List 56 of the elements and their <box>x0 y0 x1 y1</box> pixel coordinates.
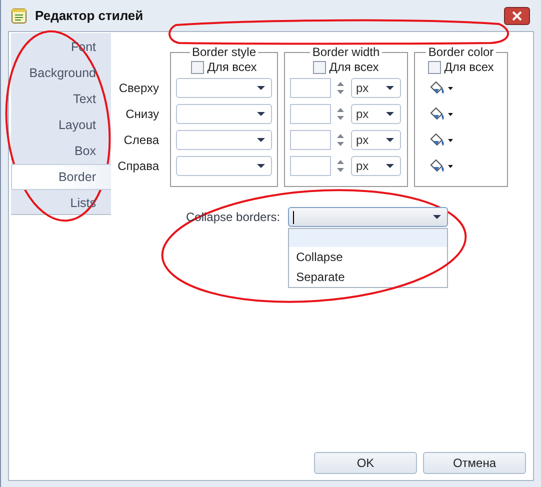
caret-icon <box>386 138 394 142</box>
collapse-dropdown[interactable] <box>288 207 448 227</box>
checkbox-label: Для всех <box>329 60 379 74</box>
caret-icon <box>257 164 265 168</box>
notepad-icon <box>11 8 27 24</box>
close-button[interactable] <box>504 6 530 24</box>
unit-dropdown[interactable]: px <box>351 78 401 98</box>
side-label: Снизу <box>124 106 159 123</box>
group-title: Border width <box>311 45 381 59</box>
unit-dropdown[interactable]: px <box>351 156 401 176</box>
unit-dropdown[interactable]: px <box>351 104 401 124</box>
window-title: Редактор стилей <box>35 8 144 23</box>
caret-icon <box>257 112 265 116</box>
category-tab[interactable]: Box <box>11 138 111 164</box>
dropdown-option[interactable]: Collapse <box>289 247 448 267</box>
caret-icon <box>386 112 394 116</box>
width-input-field[interactable] <box>290 130 331 150</box>
caret-icon <box>386 86 394 90</box>
caret-icon <box>433 215 442 219</box>
checkbox[interactable] <box>191 60 204 74</box>
checkbox-label: Для всех <box>207 60 257 74</box>
dropdown-option[interactable]: Separate <box>289 267 448 287</box>
width-input-field[interactable] <box>290 156 331 176</box>
category-tab[interactable]: Background <box>11 60 111 86</box>
style-dropdown[interactable] <box>176 104 272 124</box>
side-label: Справа <box>117 158 159 175</box>
group-title: Border color <box>427 45 495 59</box>
spinner-icon[interactable] <box>337 159 344 173</box>
paint-bucket-icon[interactable] <box>429 81 453 95</box>
width-input-field[interactable] <box>290 78 331 98</box>
style-dropdown[interactable] <box>176 130 272 150</box>
category-tab[interactable]: Border <box>11 164 111 190</box>
style-dropdown[interactable] <box>176 156 272 176</box>
paint-bucket-icon[interactable] <box>429 107 453 121</box>
checkbox[interactable] <box>313 60 326 74</box>
checkbox-label: Для всех <box>444 60 494 74</box>
dialog-button[interactable]: OK <box>314 452 417 474</box>
caret-icon <box>257 86 265 90</box>
side-label: Слева <box>122 132 159 149</box>
paint-bucket-icon[interactable] <box>429 159 453 173</box>
style-dropdown[interactable] <box>176 78 272 98</box>
dialog-button[interactable]: Отмена <box>423 452 526 474</box>
category-tab[interactable]: Layout <box>11 112 111 138</box>
close-icon <box>512 10 522 20</box>
group-title: Border style <box>190 45 258 59</box>
spinner-icon[interactable] <box>337 133 344 147</box>
paint-bucket-icon[interactable] <box>429 133 453 147</box>
spinner-icon[interactable] <box>337 81 344 95</box>
caret-icon <box>386 164 394 168</box>
width-input-field[interactable] <box>290 104 331 124</box>
side-label: Сверху <box>118 80 159 97</box>
spinner-icon[interactable] <box>337 107 344 121</box>
category-tab[interactable]: Text <box>11 86 111 112</box>
caret-icon <box>257 138 265 142</box>
checkbox[interactable] <box>428 60 442 74</box>
unit-dropdown[interactable]: px <box>351 130 401 150</box>
